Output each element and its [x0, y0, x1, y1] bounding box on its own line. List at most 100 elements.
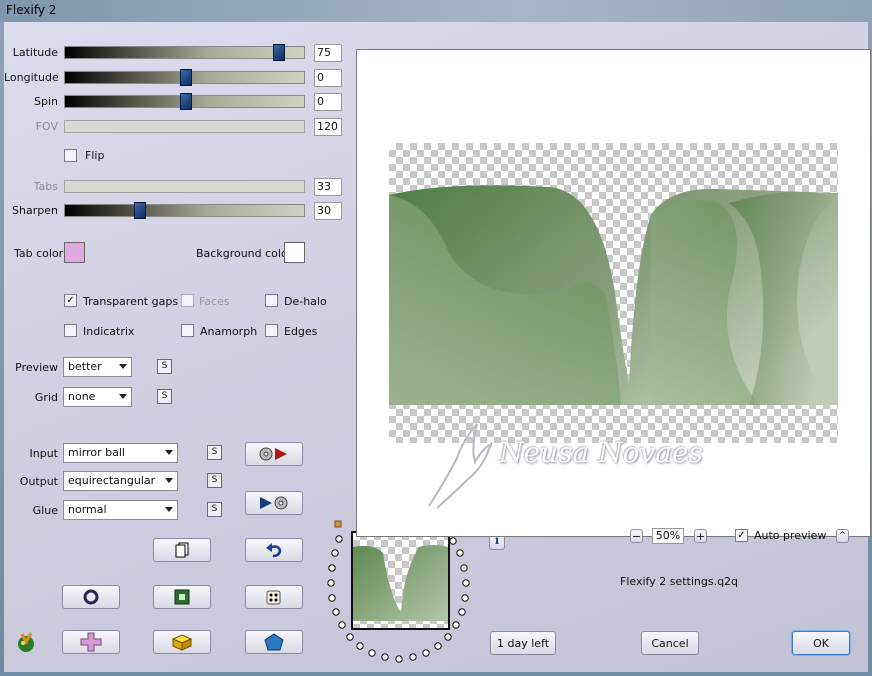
output-label: Output — [19, 475, 58, 488]
glue-select[interactable]: normal — [63, 500, 178, 520]
window-frame: Flexify 2 Latitude 75 Longitude 0 Spin 0… — [0, 0, 872, 676]
grid-select[interactable]: none — [63, 387, 132, 407]
faces-label: Faces — [199, 295, 230, 308]
grid-s-button[interactable]: S — [157, 389, 172, 404]
main-preview[interactable]: Neusa Novaes — [356, 49, 871, 537]
zoom-level: 50% — [652, 528, 684, 544]
de-halo-checkbox[interactable] — [265, 294, 278, 307]
spin-slider[interactable] — [64, 93, 305, 110]
trial-days-button[interactable]: 1 day left — [490, 631, 557, 655]
edges-checkbox[interactable] — [265, 324, 278, 337]
sharpen-input[interactable]: 30 — [314, 202, 342, 220]
preview-quality-select[interactable]: better — [63, 357, 132, 377]
chevron-up-icon: ^ — [838, 531, 847, 541]
chevron-down-icon — [165, 478, 173, 483]
indicatrix-checkbox[interactable] — [64, 324, 77, 337]
tab-color-label: Tab color — [14, 247, 64, 260]
de-halo-label: De-halo — [284, 295, 327, 308]
chevron-down-icon — [119, 364, 127, 369]
cube-button[interactable] — [153, 630, 211, 654]
background-color-label: Background color — [196, 247, 293, 260]
output-projection-select[interactable]: equirectangular — [63, 471, 178, 491]
thumbnail-image — [353, 545, 448, 621]
output-projection-play-button[interactable] — [245, 491, 303, 515]
undo-arrow-icon — [266, 543, 282, 558]
plus-icon: + — [695, 529, 706, 543]
auto-preview-checkbox[interactable]: ✓ — [735, 529, 748, 542]
title-bar[interactable]: Flexify 2 — [0, 0, 872, 22]
input-label: Input — [29, 447, 58, 460]
fov-input[interactable]: 120 — [314, 118, 342, 136]
chevron-down-icon — [165, 450, 173, 455]
preview-s-button[interactable]: S — [157, 359, 172, 374]
window-title: Flexify 2 — [6, 3, 57, 17]
transparent-gaps-checkbox[interactable]: ✓ — [64, 294, 77, 307]
glue-s-button[interactable]: S — [207, 502, 222, 517]
ok-button[interactable]: OK — [792, 631, 850, 655]
dialog-body: Latitude 75 Longitude 0 Spin 0 FOV 120 F… — [4, 22, 871, 672]
latitude-label: Latitude — [12, 46, 58, 59]
indicatrix-label: Indicatrix — [83, 325, 135, 338]
dove-watermark-icon — [428, 423, 493, 509]
pentagon-icon — [264, 633, 284, 651]
square-icon — [174, 589, 190, 605]
watermark-text: Neusa Novaes — [499, 436, 703, 469]
glue-value: normal — [68, 503, 107, 516]
spin-input[interactable]: 0 — [314, 93, 342, 111]
watermark: Neusa Novaes — [417, 418, 777, 518]
collapse-button[interactable]: ^ — [836, 529, 849, 543]
longitude-input[interactable]: 0 — [314, 69, 342, 87]
auto-preview-label: Auto preview — [754, 529, 827, 542]
background-color-swatch[interactable] — [284, 242, 305, 263]
disc-play-icon — [259, 447, 287, 461]
tab-color-swatch[interactable] — [64, 242, 85, 263]
new-document-button[interactable] — [153, 538, 211, 562]
chevron-down-icon — [165, 507, 173, 512]
tabs-label: Tabs — [33, 180, 58, 193]
tabs-input[interactable]: 33 — [314, 178, 342, 196]
play-disc-icon — [260, 496, 288, 510]
chevron-down-icon — [119, 394, 127, 399]
output-projection-value: equirectangular — [68, 474, 156, 487]
input-projection-select[interactable]: mirror ball — [63, 443, 178, 463]
cancel-button[interactable]: Cancel — [641, 631, 699, 655]
grid-label: Grid — [34, 391, 58, 404]
grid-value: none — [68, 390, 96, 403]
anamorph-checkbox[interactable] — [181, 324, 194, 337]
app-logo-icon — [14, 630, 40, 657]
latitude-input[interactable]: 75 — [314, 44, 342, 62]
longitude-slider[interactable] — [64, 69, 305, 86]
edges-label: Edges — [284, 325, 318, 338]
input-projection-play-button[interactable] — [245, 442, 303, 466]
flip-label: Flip — [85, 149, 105, 162]
input-projection-value: mirror ball — [68, 446, 125, 459]
settings-filename: Flexify 2 settings.q2q — [620, 575, 739, 588]
output-s-button[interactable]: S — [207, 473, 222, 488]
navigator-thumbnail[interactable] — [351, 531, 450, 630]
input-s-button[interactable]: S — [207, 445, 222, 460]
trial-days-label: 1 day left — [497, 636, 550, 650]
preview-quality-label: Preview — [15, 361, 58, 374]
faces-checkbox — [181, 294, 194, 307]
latitude-thumb[interactable] — [272, 44, 285, 61]
zoom-in-button[interactable]: + — [694, 529, 707, 543]
flip-checkbox[interactable] — [64, 149, 77, 162]
undo-button[interactable] — [245, 538, 303, 562]
pentagon-button[interactable] — [245, 630, 303, 654]
cross-shape-button[interactable] — [62, 630, 120, 654]
zoom-out-button[interactable]: − — [630, 529, 643, 543]
spin-label: Spin — [34, 95, 58, 108]
latitude-slider[interactable] — [64, 44, 305, 61]
sharpen-slider[interactable] — [64, 202, 305, 219]
navigator-marker[interactable] — [334, 520, 342, 528]
circle-shape-button[interactable] — [62, 585, 120, 609]
cube-icon — [171, 634, 193, 651]
spin-thumb[interactable] — [179, 93, 192, 110]
sharpen-label: Sharpen — [12, 204, 58, 217]
square-shape-button[interactable] — [153, 585, 211, 609]
cross-icon — [80, 632, 102, 652]
random-button[interactable] — [245, 585, 303, 609]
longitude-thumb[interactable] — [179, 69, 192, 86]
cancel-label: Cancel — [651, 636, 689, 650]
sharpen-thumb[interactable] — [134, 202, 147, 219]
